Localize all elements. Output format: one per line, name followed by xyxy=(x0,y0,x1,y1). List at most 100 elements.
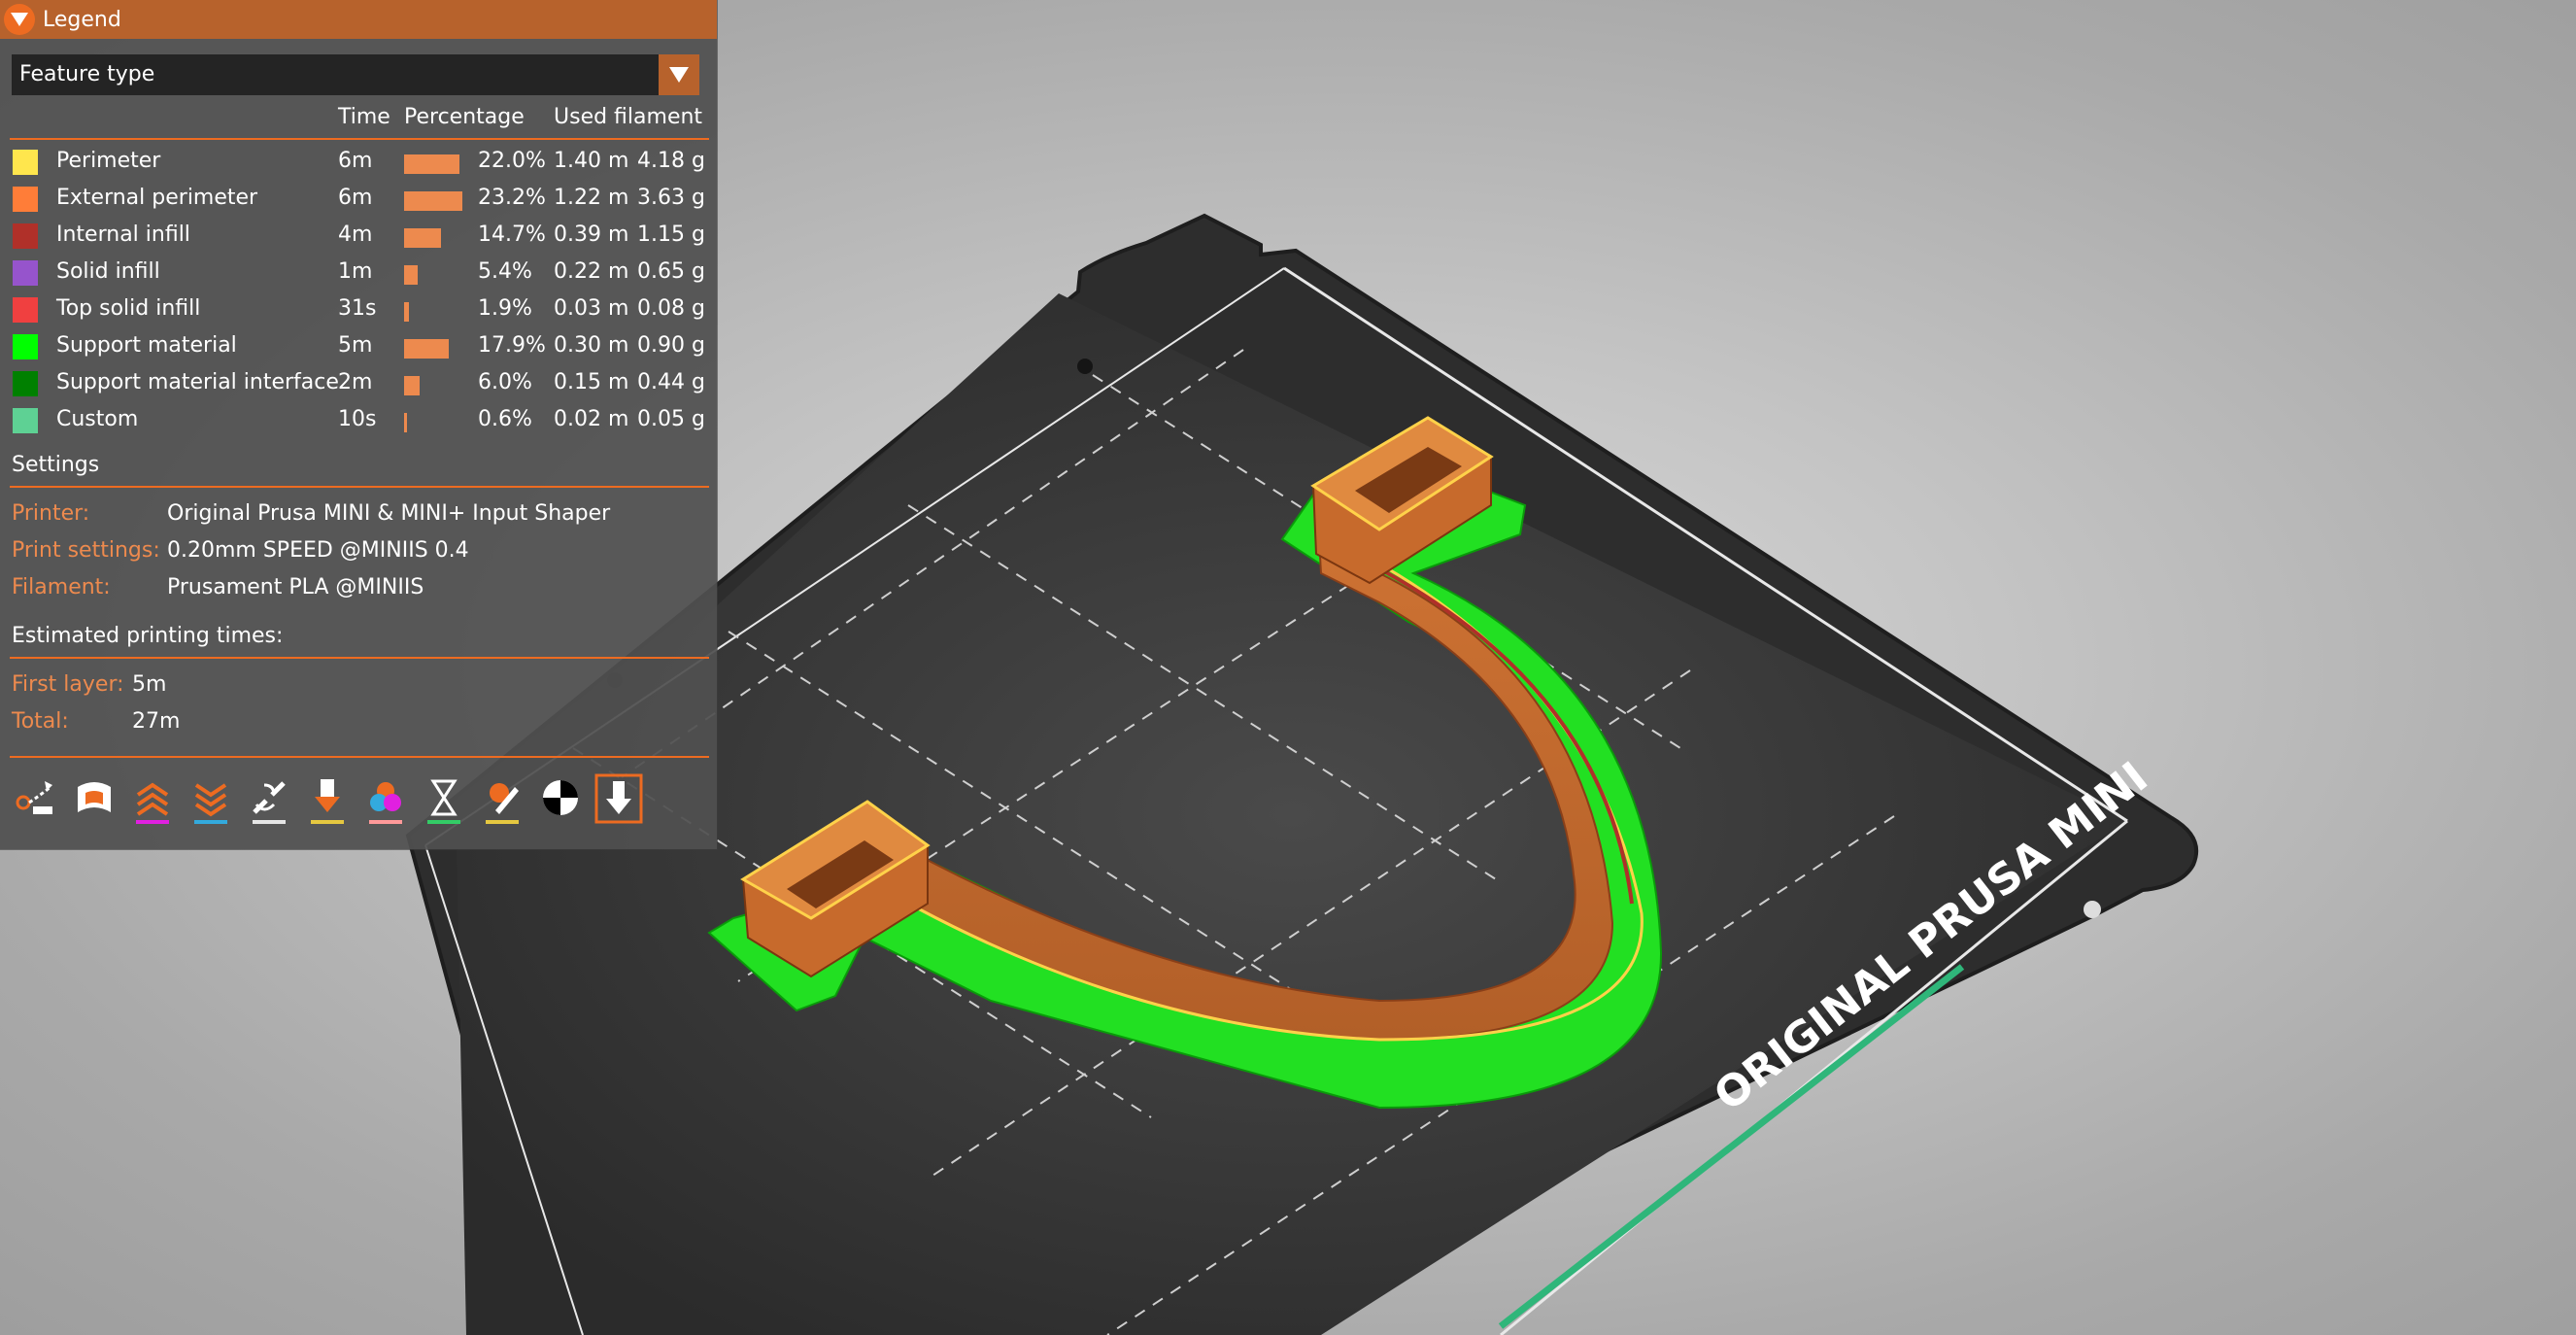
feature-row-internal-infill[interactable]: Internal infill 4m 14.7% 0.39 m 1.15 g xyxy=(0,218,717,255)
feature-row-support-material-interface[interactable]: Support material interface 2m 6.0% 0.15 … xyxy=(0,365,717,402)
feature-time: 10s xyxy=(338,407,377,431)
feature-weight: 0.90 g xyxy=(637,333,705,358)
feature-time: 5m xyxy=(338,333,373,358)
column-header-percentage: Percentage xyxy=(404,105,525,129)
estimated-times-heading: Estimated printing times: xyxy=(12,624,284,648)
feature-time: 1m xyxy=(338,259,373,284)
divider xyxy=(10,486,709,488)
deretractions-icon[interactable] xyxy=(186,773,235,826)
percentage-bar xyxy=(404,413,407,432)
percentage-bar xyxy=(404,191,462,211)
feature-time: 6m xyxy=(338,149,373,173)
legend-panel: Legend Feature type Time Percentage Used… xyxy=(0,0,717,849)
seams-icon[interactable] xyxy=(245,773,293,826)
feature-percentage: 22.0% xyxy=(478,149,546,173)
feature-length: 0.22 m xyxy=(554,259,629,284)
feature-name: Custom xyxy=(56,407,139,431)
feature-name: Internal infill xyxy=(56,222,190,247)
divider xyxy=(10,657,709,659)
filament-value: Prusament PLA @MINIIS xyxy=(167,575,424,599)
feature-percentage: 0.6% xyxy=(478,407,532,431)
percentage-bar xyxy=(404,228,441,248)
color-swatch xyxy=(13,187,38,212)
color-swatch xyxy=(13,408,38,433)
percentage-bar xyxy=(404,376,420,395)
feature-weight: 3.63 g xyxy=(637,186,705,210)
feature-weight: 0.08 g xyxy=(637,296,705,321)
percentage-bar xyxy=(404,154,459,174)
feature-weight: 0.65 g xyxy=(637,259,705,284)
color-swatch xyxy=(13,371,38,396)
feature-length: 1.40 m xyxy=(554,149,629,173)
color-swatch xyxy=(13,334,38,359)
tool-marker-icon[interactable] xyxy=(594,773,643,826)
feature-time: 31s xyxy=(338,296,377,321)
feature-time: 6m xyxy=(338,186,373,210)
percentage-bar xyxy=(404,302,409,322)
feature-weight: 4.18 g xyxy=(637,149,705,173)
filament-label: Filament: xyxy=(12,575,111,599)
collapse-toggle-icon[interactable] xyxy=(4,4,35,35)
dropdown-arrow-icon[interactable] xyxy=(659,54,699,95)
retractions-icon[interactable] xyxy=(128,773,177,826)
feature-name: Perimeter xyxy=(56,149,161,173)
color-swatch xyxy=(13,150,38,175)
feature-percentage: 23.2% xyxy=(478,186,546,210)
feature-length: 0.39 m xyxy=(554,222,629,247)
feature-name: Support material xyxy=(56,333,237,358)
total-label: Total: xyxy=(12,709,69,734)
percentage-bar xyxy=(404,265,418,285)
legend-header[interactable]: Legend xyxy=(0,0,717,39)
total-value: 27m xyxy=(132,709,181,734)
column-header-used-filament: Used filament xyxy=(554,105,703,129)
color-changes-icon[interactable] xyxy=(361,773,410,826)
settings-heading: Settings xyxy=(12,453,100,477)
feature-percentage: 17.9% xyxy=(478,333,546,358)
center-of-gravity-icon[interactable] xyxy=(536,773,585,826)
options-toolbar xyxy=(12,773,653,828)
feature-row-support-material[interactable]: Support material 5m 17.9% 0.30 m 0.90 g xyxy=(0,328,717,365)
feature-length: 1.22 m xyxy=(554,186,629,210)
color-swatch xyxy=(13,297,38,323)
percentage-bar xyxy=(404,339,449,359)
feature-percentage: 1.9% xyxy=(478,296,532,321)
tool-changes-icon[interactable] xyxy=(303,773,352,826)
feature-length: 0.30 m xyxy=(554,333,629,358)
divider xyxy=(10,756,709,758)
feature-row-perimeter[interactable]: Perimeter 6m 22.0% 1.40 m 4.18 g xyxy=(0,144,717,181)
feature-percentage: 6.0% xyxy=(478,370,532,394)
feature-row-external-perimeter[interactable]: External perimeter 6m 23.2% 1.22 m 3.63 … xyxy=(0,181,717,218)
wipe-icon[interactable] xyxy=(70,773,119,826)
print-settings-value: 0.20mm SPEED @MINIIS 0.4 xyxy=(167,538,469,563)
feature-name: Support material interface xyxy=(56,370,339,394)
feature-name: Top solid infill xyxy=(56,296,201,321)
travel-icon[interactable] xyxy=(12,773,60,826)
divider xyxy=(10,138,709,140)
printer-label: Printer: xyxy=(12,501,90,526)
feature-name: Solid infill xyxy=(56,259,160,284)
legend-title: Legend xyxy=(43,7,121,32)
feature-weight: 0.44 g xyxy=(637,370,705,394)
feature-length: 0.03 m xyxy=(554,296,629,321)
view-type-dropdown[interactable]: Feature type xyxy=(12,54,699,95)
column-header-time: Time xyxy=(338,105,390,129)
feature-weight: 1.15 g xyxy=(637,222,705,247)
pause-prints-icon[interactable] xyxy=(420,773,468,826)
feature-length: 0.02 m xyxy=(554,407,629,431)
print-settings-label: Print settings: xyxy=(12,538,160,563)
feature-row-solid-infill[interactable]: Solid infill 1m 5.4% 0.22 m 0.65 g xyxy=(0,255,717,291)
feature-time: 4m xyxy=(338,222,373,247)
view-type-selected: Feature type xyxy=(19,62,155,86)
feature-length: 0.15 m xyxy=(554,370,629,394)
custom-gcodes-icon[interactable] xyxy=(478,773,526,826)
feature-row-top-solid-infill[interactable]: Top solid infill 31s 1.9% 0.03 m 0.08 g xyxy=(0,291,717,328)
color-swatch xyxy=(13,223,38,249)
feature-percentage: 14.7% xyxy=(478,222,546,247)
feature-time: 2m xyxy=(338,370,373,394)
feature-weight: 0.05 g xyxy=(637,407,705,431)
color-swatch xyxy=(13,260,38,286)
first-layer-label: First layer: xyxy=(12,672,124,697)
feature-name: External perimeter xyxy=(56,186,258,210)
printer-value: Original Prusa MINI & MINI+ Input Shaper xyxy=(167,501,611,526)
feature-row-custom[interactable]: Custom 10s 0.6% 0.02 m 0.05 g xyxy=(0,402,717,439)
